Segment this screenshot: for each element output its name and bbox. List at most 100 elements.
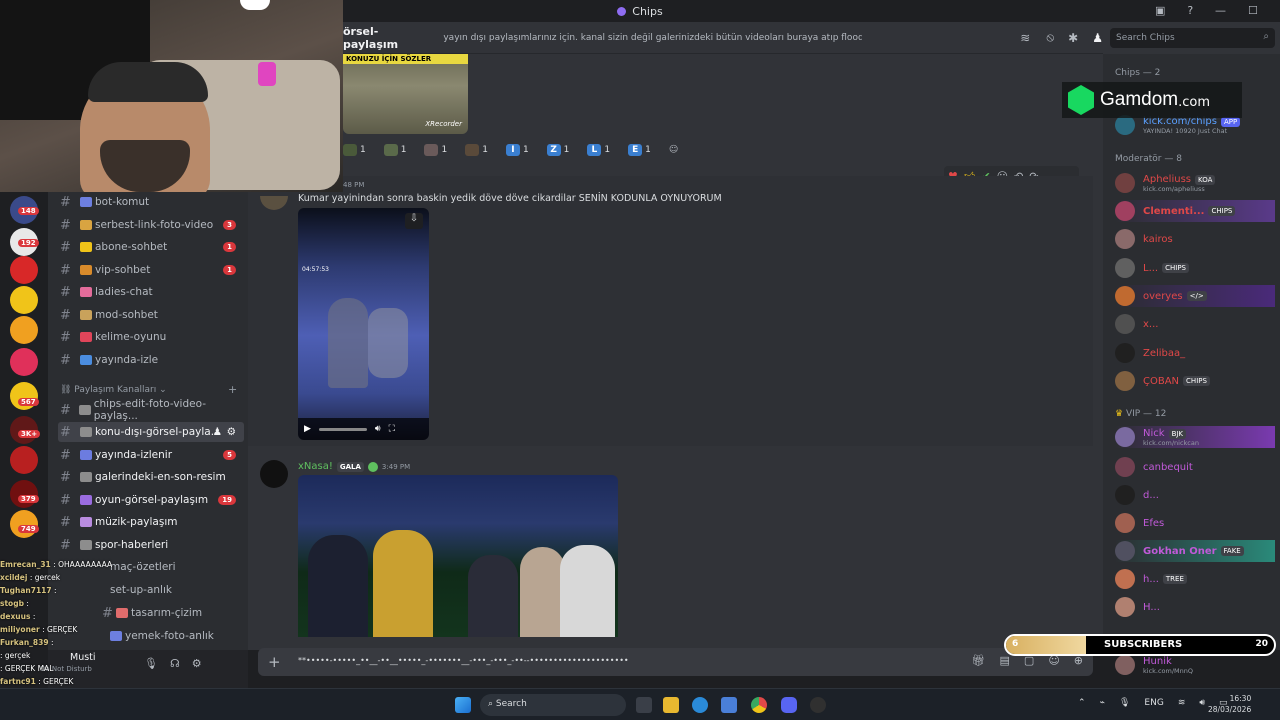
member-item[interactable]: canbequit	[1115, 456, 1275, 478]
channel-item[interactable]: # kelime-oyunu	[58, 327, 244, 347]
explorer-icon[interactable]	[663, 697, 679, 713]
channel-item[interactable]: # ladies-chat	[58, 282, 244, 302]
channel-item[interactable]: # vip-sohbet 1	[58, 260, 244, 280]
server-badge: 148	[18, 207, 39, 215]
channel-item[interactable]: # oyun-görsel-paylaşım 19	[58, 490, 244, 510]
taskbar: ⌕ Search ⌃ ⌁ 🎙︎ ENG ≋ 🔊︎ ▭ 16:30 28/03/2…	[0, 688, 1280, 720]
lamp-shape	[240, 0, 270, 10]
member-item[interactable]: Apheliuss KOA kick.com/apheliuss	[1115, 172, 1275, 194]
member-item[interactable]: h... TREE	[1115, 568, 1275, 590]
store-icon[interactable]	[721, 697, 737, 713]
avatar[interactable]	[260, 460, 288, 488]
member-item[interactable]: Efes	[1115, 512, 1275, 534]
add-attachment-icon[interactable]: +	[268, 653, 281, 671]
language-indicator[interactable]: ENG	[1144, 698, 1163, 708]
image-attachment[interactable]	[298, 475, 618, 637]
reaction[interactable]: 1	[383, 144, 406, 156]
server-icon[interactable]	[10, 446, 38, 474]
channel-item-active[interactable]: # konu-dışı-görsel-payla... ♟ ⚙	[58, 422, 244, 442]
progress-track[interactable]	[318, 427, 367, 431]
message-author[interactable]: xNasa!	[298, 461, 333, 472]
attached-image-partial[interactable]: KONUZU İÇİN SÖZLER XRecorder	[343, 54, 468, 134]
volume-icon[interactable]: 🔊︎	[375, 424, 381, 434]
clock[interactable]: 16:30 28/03/2026	[1208, 693, 1251, 715]
taskbar-search[interactable]: ⌕ Search	[480, 694, 626, 716]
inbox-icon[interactable]: ▣	[1155, 4, 1165, 17]
member-item[interactable]: d...	[1115, 484, 1275, 506]
windows-start-icon[interactable]	[455, 697, 471, 713]
volume-icon[interactable]: 🔊︎	[1199, 698, 1205, 708]
channel-name: örsel-paylaşım	[343, 24, 399, 51]
settings-icon[interactable]: ⚙	[227, 426, 236, 438]
maximize-button[interactable]: ☐	[1248, 4, 1258, 17]
member-item[interactable]: Hunik kick.com/MnnQ	[1115, 654, 1275, 676]
gift-icon[interactable]: 🎁︎	[972, 654, 986, 667]
overlay-line: miliyoner : GERÇEK	[0, 625, 78, 634]
discord-icon[interactable]	[781, 697, 797, 713]
members-icon[interactable]: ♟	[1092, 31, 1103, 45]
mic-icon[interactable]: 🎙︎	[1119, 698, 1130, 708]
server-icon[interactable]	[10, 480, 38, 508]
chrome-icon[interactable]	[751, 697, 767, 713]
network-icon[interactable]: ⌁	[1100, 698, 1105, 708]
member-item[interactable]: ÇOBAN CHIPS	[1115, 370, 1275, 392]
edge-icon[interactable]	[692, 697, 708, 713]
mute-icon[interactable]: ⦸	[1046, 30, 1054, 45]
fullscreen-icon[interactable]: ⛶	[389, 424, 395, 434]
gif-icon[interactable]: ▤	[1000, 654, 1010, 667]
nitro-badge-icon	[367, 461, 378, 472]
member-item[interactable]: Zelibaa_	[1115, 342, 1275, 364]
channel-item[interactable]: # yayında-izlenir 5	[58, 445, 244, 465]
server-icon[interactable]	[10, 510, 38, 538]
add-channel-icon[interactable]: +	[228, 383, 237, 396]
reaction[interactable]: E1	[628, 144, 651, 156]
reaction[interactable]: 1	[465, 144, 488, 156]
search-input[interactable]: Search Chips ⌕	[1110, 28, 1275, 48]
minimize-button[interactable]: —	[1215, 4, 1226, 17]
channel-item[interactable]: # bot-komut	[58, 192, 244, 212]
channel-item[interactable]: # serbest-link-foto-video 3	[58, 215, 244, 235]
system-tray: ⌃ ⌁ 🎙︎ ENG ≋ 🔊︎ ▭	[1078, 698, 1228, 708]
taskview-icon[interactable]	[636, 697, 652, 713]
reaction[interactable]: Z1	[546, 144, 569, 156]
channel-item[interactable]: # mod-sohbet	[58, 305, 244, 325]
category-header[interactable]: ⛓ Paylaşım Kanalları ⌄	[60, 385, 167, 395]
member-item[interactable]: overyes </>	[1115, 285, 1275, 307]
help-icon[interactable]: ?	[1187, 4, 1193, 17]
pin-icon[interactable]: ✱	[1068, 31, 1078, 45]
channel-item[interactable]: # chips-edit-foto-video-paylaş...	[58, 398, 244, 422]
role-header: Moderatör — 8	[1115, 154, 1182, 164]
member-item[interactable]: Gokhan Oner FAKE	[1115, 540, 1275, 562]
threads-icon[interactable]: ≋	[1020, 31, 1030, 45]
channel-item[interactable]: # müzik-paylaşım	[58, 512, 244, 532]
member-item[interactable]: Clementi... CHIPS	[1115, 200, 1275, 222]
server-icon[interactable]	[10, 348, 38, 376]
server-icon[interactable]	[10, 256, 38, 284]
member-item[interactable]: kairos	[1115, 228, 1275, 250]
video-attachment[interactable]: 04:57:53 ⇩ ▶ 🔊︎ ⛶	[298, 208, 429, 440]
chevron-up-icon[interactable]: ⌃	[1078, 698, 1086, 708]
add-reaction-icon[interactable]: ☺	[669, 144, 678, 156]
channel-item[interactable]: # abone-sohbet 1	[58, 237, 244, 257]
input-value: **•••••-•••••_••__-••__•••••_-•••••••__-…	[298, 656, 629, 665]
member-item[interactable]: x...	[1115, 313, 1275, 335]
member-item[interactable]: L... CHIPS	[1115, 257, 1275, 279]
channel-item[interactable]: # galerindeki-en-son-resim	[58, 467, 244, 487]
unread-badge: 3	[223, 220, 236, 230]
reaction[interactable]: L1	[587, 144, 610, 156]
app-icon[interactable]	[810, 697, 826, 713]
reaction[interactable]: 1	[424, 144, 447, 156]
member-item[interactable]: H...	[1115, 596, 1275, 618]
reaction[interactable]: I1	[505, 144, 529, 156]
server-icon[interactable]	[10, 286, 38, 314]
wifi-icon[interactable]: ≋	[1178, 698, 1186, 708]
message-input[interactable]: + **•••••-•••••_••__-••__•••••_-•••••••_…	[258, 648, 1093, 676]
play-icon[interactable]: ▶	[304, 424, 311, 434]
reaction[interactable]: 1	[343, 144, 366, 156]
invite-icon[interactable]: ♟	[213, 426, 222, 438]
channel-item[interactable]: # spor-haberleri	[58, 535, 244, 555]
member-item[interactable]: Nick BJK kick.com/nickcan	[1115, 426, 1275, 448]
channel-item[interactable]: # yayında-izle	[58, 350, 244, 370]
server-icon[interactable]	[10, 316, 38, 344]
download-icon[interactable]: ⇩	[405, 213, 423, 229]
